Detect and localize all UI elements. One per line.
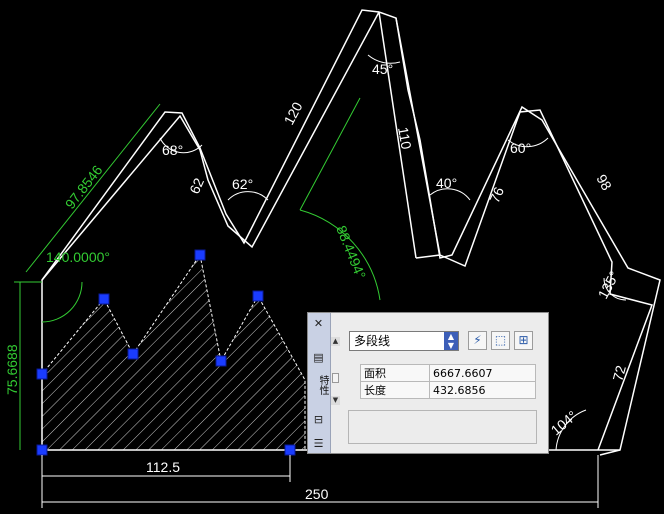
property-value[interactable]: 432.6856: [429, 381, 536, 399]
angle-40-text: 40°: [436, 175, 457, 191]
scroll-thumb[interactable]: [332, 373, 339, 383]
grip-1[interactable]: [36, 444, 48, 456]
grip-2[interactable]: [36, 368, 48, 380]
angle-140-text: 140.0000°: [46, 249, 110, 265]
angle-60-text: 60°: [510, 140, 531, 156]
autohide-toggle-icon[interactable]: ⊟: [311, 413, 326, 427]
dim-250-text: 250: [305, 486, 329, 502]
property-row[interactable]: 长度 432.6856: [360, 381, 536, 399]
properties-table: 面积 6667.6607 长度 432.6856: [360, 364, 536, 399]
dim-88-text: 88.4494°: [333, 223, 369, 281]
arc-88: [299, 209, 381, 301]
arc-62: [227, 191, 269, 201]
len-76-text: 76: [486, 184, 507, 205]
autohide-icon[interactable]: ▤: [311, 351, 326, 365]
pickadd-icon[interactable]: ⊞: [514, 331, 533, 350]
angle-45-text: 45°: [372, 61, 393, 77]
outline-wall-seg2: [415, 254, 441, 259]
palette-title: 特性: [317, 375, 328, 395]
grip-3[interactable]: [98, 293, 110, 305]
len-120-text: 120: [281, 99, 306, 127]
grip-7[interactable]: [252, 290, 264, 302]
angle-68-text: 68°: [162, 142, 183, 158]
description-panel: [348, 410, 537, 444]
property-key: 面积: [360, 364, 430, 382]
palette-scrollbar[interactable]: ▲ ▼: [331, 337, 340, 405]
dim-97-text: 97.8546: [62, 162, 106, 212]
scroll-down-icon[interactable]: ▼: [331, 396, 340, 405]
menu-icon[interactable]: ☰: [311, 437, 326, 451]
dropdown-icon[interactable]: ▲ ▼: [444, 332, 458, 350]
property-value[interactable]: 6667.6607: [429, 364, 536, 382]
dim-112-text: 112.5: [146, 459, 180, 475]
dim-97: [25, 103, 161, 273]
grip-5[interactable]: [194, 249, 206, 261]
len-62-text: 62: [186, 175, 207, 196]
grip-6[interactable]: [215, 355, 227, 367]
properties-palette[interactable]: ✕ ▤ 特性 ⊟ ☰ ▲ ▼ 多段线 ▲ ▼ ⚡ ⬚ ⊞ 面积 6667.6607…: [307, 312, 549, 454]
outline-inner: [41, 9, 380, 281]
dim-75-text: 75.6688: [4, 344, 20, 395]
grip-8[interactable]: [284, 444, 296, 456]
property-row[interactable]: 面积 6667.6607: [360, 364, 536, 382]
property-key: 长度: [360, 381, 430, 399]
grip-4[interactable]: [127, 348, 139, 360]
palette-title-bar[interactable]: ✕ ▤ 特性 ⊟ ☰: [308, 313, 331, 453]
arc-140: [41, 281, 83, 323]
object-type-select[interactable]: 多段线 ▲ ▼: [349, 331, 459, 351]
object-type-value: 多段线: [354, 334, 391, 348]
quick-select-icon[interactable]: ⚡: [468, 331, 487, 350]
len-72-text: 72: [609, 363, 629, 382]
angle-104-text: 104°: [548, 407, 580, 438]
close-icon[interactable]: ✕: [311, 317, 326, 331]
select-objects-icon[interactable]: ⬚: [491, 331, 510, 350]
scroll-up-icon[interactable]: ▲: [331, 337, 340, 346]
len-110-text: 110: [395, 126, 415, 151]
len-98-text: 98: [593, 172, 615, 194]
angle-62-text: 62°: [232, 176, 253, 192]
